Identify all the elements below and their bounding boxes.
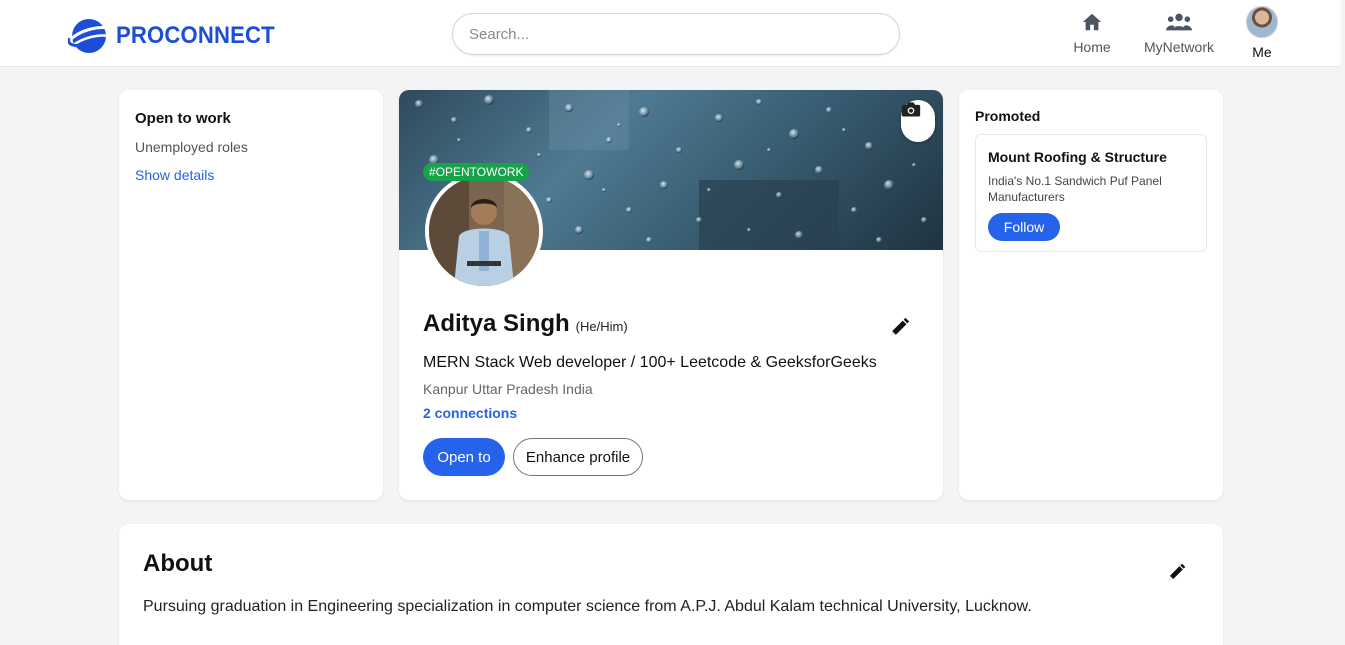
top-header: PROCONNECT Home MyNetwork Me <box>0 0 1341 67</box>
avatar <box>1246 6 1278 38</box>
nav-mynetwork[interactable]: MyNetwork <box>1140 8 1218 55</box>
open-to-button[interactable]: Open to <box>423 438 505 476</box>
open-to-work-badge: #OPENTOWORK <box>423 163 530 181</box>
promoted-company-description: India's No.1 Sandwich Puf Panel Manufact… <box>988 174 1162 204</box>
nav-home-label: Home <box>1073 39 1111 55</box>
about-title: About <box>143 550 213 577</box>
nav-me[interactable]: Me <box>1242 6 1282 60</box>
about-card: About Pursuing graduation in Engineering… <box>119 524 1223 645</box>
enhance-profile-button[interactable]: Enhance profile <box>513 438 643 476</box>
home-icon <box>1082 13 1102 31</box>
nav-mynetwork-label: MyNetwork <box>1143 39 1214 55</box>
profile-name: Aditya Singh <box>423 310 570 337</box>
promoted-company-name[interactable]: Mount Roofing & Structure <box>988 149 1194 165</box>
show-details-link[interactable]: Show details <box>135 167 367 183</box>
profile-photo[interactable] <box>425 172 543 290</box>
open-to-work-card: Open to work Unemployed roles Show detai… <box>119 90 383 500</box>
open-to-work-title: Open to work <box>135 110 231 127</box>
name-row: Aditya Singh (He/Him) <box>423 310 628 338</box>
edit-about-button[interactable] <box>1167 562 1187 587</box>
profile-pronouns: (He/Him) <box>575 319 628 334</box>
promoted-label: Promoted <box>975 108 1041 124</box>
brand-name: PROCONNECT <box>116 22 275 49</box>
nav-me-label: Me <box>1252 44 1272 60</box>
brand-logo[interactable]: PROCONNECT <box>68 16 289 56</box>
logo-globe-icon <box>68 19 110 53</box>
profile-photo-image <box>429 176 539 286</box>
promoted-company-box: Mount Roofing & Structure India's No.1 S… <box>975 134 1207 252</box>
profile-headline: MERN Stack Web developer / 100+ Leetcode… <box>423 354 877 371</box>
search-input[interactable] <box>452 13 900 55</box>
change-cover-button[interactable] <box>901 100 935 142</box>
follow-button[interactable]: Follow <box>988 213 1060 241</box>
promoted-card: Promoted Mount Roofing & Structure India… <box>959 90 1223 500</box>
open-to-work-roles: Unemployed roles <box>135 139 248 155</box>
about-text: Pursuing graduation in Engineering speci… <box>143 598 1032 615</box>
profile-location: Kanpur Uttar Pradesh India <box>423 381 593 397</box>
nav-home[interactable]: Home <box>1068 8 1116 55</box>
network-icon <box>1166 13 1192 31</box>
pencil-icon <box>1169 563 1186 580</box>
camera-icon <box>901 102 921 117</box>
pencil-icon <box>891 317 910 336</box>
edit-profile-button[interactable] <box>889 316 911 343</box>
connections-link[interactable]: 2 connections <box>423 405 517 421</box>
profile-card: #OPENTOWORK Aditya Singh (He/Him) MERN S… <box>399 90 943 500</box>
